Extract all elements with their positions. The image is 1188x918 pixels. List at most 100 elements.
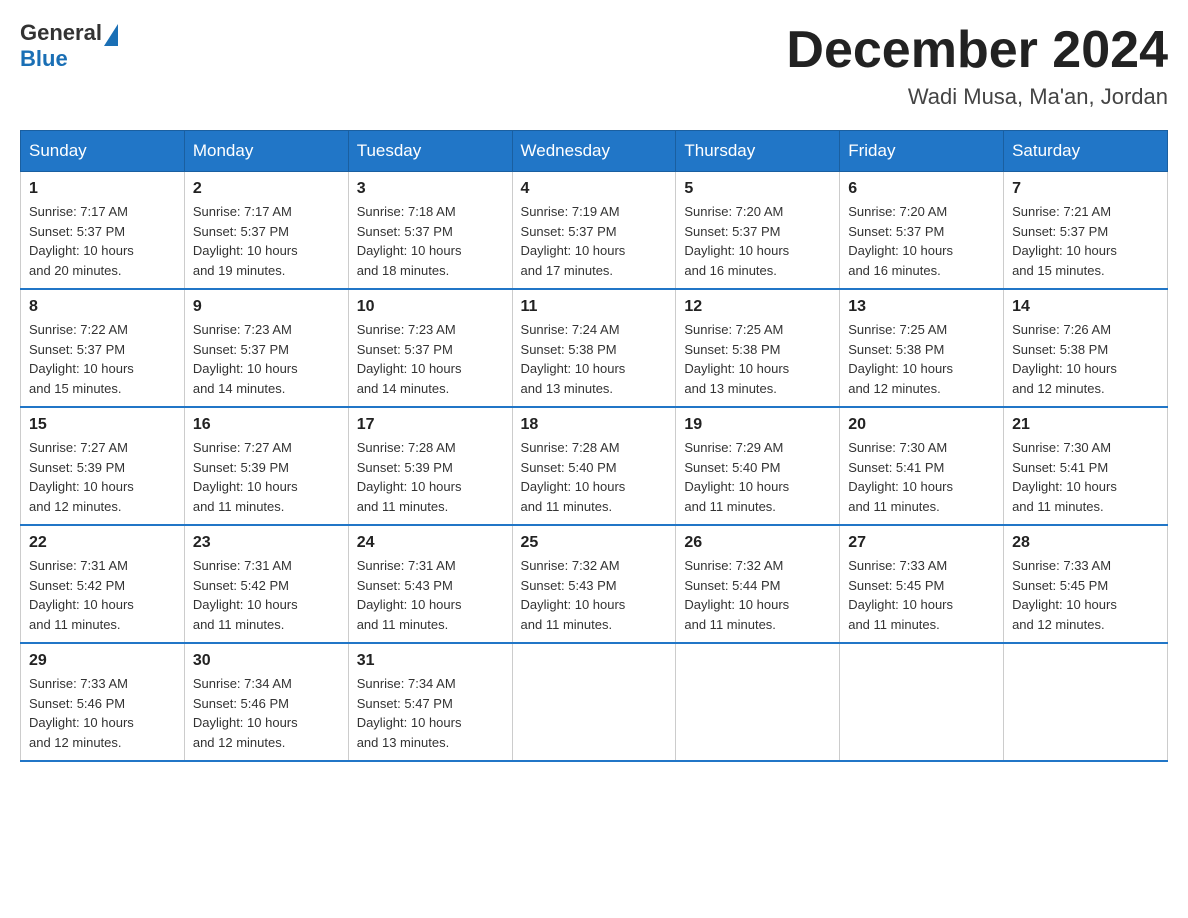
calendar-cell: 29 Sunrise: 7:33 AMSunset: 5:46 PMDayligh…: [21, 643, 185, 761]
calendar-cell: 1 Sunrise: 7:17 AMSunset: 5:37 PMDaylight…: [21, 172, 185, 290]
day-info: Sunrise: 7:33 AMSunset: 5:45 PMDaylight:…: [848, 556, 995, 634]
day-number: 13: [848, 298, 995, 316]
day-number: 22: [29, 534, 176, 552]
calendar-cell: 18 Sunrise: 7:28 AMSunset: 5:40 PMDayligh…: [512, 407, 676, 525]
calendar-cell: 10Sunrise: 7:23 AMSunset: 5:37 PMDayligh…: [348, 289, 512, 407]
calendar-cell: 7Sunrise: 7:21 AMSunset: 5:37 PMDaylight…: [1004, 172, 1168, 290]
calendar-cell: 23 Sunrise: 7:31 AMSunset: 5:42 PMDayligh…: [184, 525, 348, 643]
calendar-cell: 5 Sunrise: 7:20 AMSunset: 5:37 PMDaylight…: [676, 172, 840, 290]
day-info: Sunrise: 7:18 AMSunset: 5:37 PMDaylight:…: [357, 202, 504, 280]
calendar-cell: 26 Sunrise: 7:32 AMSunset: 5:44 PMDayligh…: [676, 525, 840, 643]
calendar-cell: 12Sunrise: 7:25 AMSunset: 5:38 PMDayligh…: [676, 289, 840, 407]
day-number: 17: [357, 416, 504, 434]
day-info: Sunrise: 7:17 AMSunset: 5:37 PMDaylight:…: [193, 202, 340, 280]
day-info: Sunrise: 7:19 AMSunset: 5:37 PMDaylight:…: [521, 202, 668, 280]
day-info: Sunrise: 7:24 AMSunset: 5:38 PMDaylight:…: [521, 320, 668, 398]
day-info: Sunrise: 7:34 AMSunset: 5:47 PMDaylight:…: [357, 674, 504, 752]
day-number: 19: [684, 416, 831, 434]
day-info: Sunrise: 7:20 AMSunset: 5:37 PMDaylight:…: [848, 202, 995, 280]
day-info: Sunrise: 7:25 AMSunset: 5:38 PMDaylight:…: [684, 320, 831, 398]
logo-triangle-icon: [104, 24, 118, 46]
day-info: Sunrise: 7:27 AMSunset: 5:39 PMDaylight:…: [193, 438, 340, 516]
calendar-cell: 21 Sunrise: 7:30 AMSunset: 5:41 PMDayligh…: [1004, 407, 1168, 525]
calendar-cell: 25 Sunrise: 7:32 AMSunset: 5:43 PMDayligh…: [512, 525, 676, 643]
day-info: Sunrise: 7:26 AMSunset: 5:38 PMDaylight:…: [1012, 320, 1159, 398]
day-number: 16: [193, 416, 340, 434]
day-number: 23: [193, 534, 340, 552]
week-row-5: 29 Sunrise: 7:33 AMSunset: 5:46 PMDayligh…: [21, 643, 1168, 761]
month-title: December 2024: [786, 20, 1168, 80]
calendar-cell: 31 Sunrise: 7:34 AMSunset: 5:47 PMDayligh…: [348, 643, 512, 761]
day-info: Sunrise: 7:30 AMSunset: 5:41 PMDaylight:…: [1012, 438, 1159, 516]
calendar-cell: 20 Sunrise: 7:30 AMSunset: 5:41 PMDayligh…: [840, 407, 1004, 525]
calendar-cell: 30 Sunrise: 7:34 AMSunset: 5:46 PMDayligh…: [184, 643, 348, 761]
calendar-body: 1 Sunrise: 7:17 AMSunset: 5:37 PMDaylight…: [21, 172, 1168, 762]
day-number: 30: [193, 652, 340, 670]
calendar-cell: 8Sunrise: 7:22 AMSunset: 5:37 PMDaylight…: [21, 289, 185, 407]
day-info: Sunrise: 7:34 AMSunset: 5:46 PMDaylight:…: [193, 674, 340, 752]
header-thursday: Thursday: [676, 131, 840, 172]
day-number: 28: [1012, 534, 1159, 552]
calendar-cell: 19 Sunrise: 7:29 AMSunset: 5:40 PMDayligh…: [676, 407, 840, 525]
day-info: Sunrise: 7:30 AMSunset: 5:41 PMDaylight:…: [848, 438, 995, 516]
day-info: Sunrise: 7:32 AMSunset: 5:44 PMDaylight:…: [684, 556, 831, 634]
calendar-cell: [840, 643, 1004, 761]
day-number: 29: [29, 652, 176, 670]
calendar-table: SundayMondayTuesdayWednesdayThursdayFrid…: [20, 130, 1168, 762]
week-row-3: 15 Sunrise: 7:27 AMSunset: 5:39 PMDayligh…: [21, 407, 1168, 525]
day-number: 3: [357, 180, 504, 198]
day-info: Sunrise: 7:25 AMSunset: 5:38 PMDaylight:…: [848, 320, 995, 398]
day-info: Sunrise: 7:28 AMSunset: 5:40 PMDaylight:…: [521, 438, 668, 516]
day-number: 6: [848, 180, 995, 198]
calendar-cell: 17 Sunrise: 7:28 AMSunset: 5:39 PMDayligh…: [348, 407, 512, 525]
calendar-cell: 15 Sunrise: 7:27 AMSunset: 5:39 PMDayligh…: [21, 407, 185, 525]
calendar-cell: 3 Sunrise: 7:18 AMSunset: 5:37 PMDaylight…: [348, 172, 512, 290]
day-number: 21: [1012, 416, 1159, 434]
calendar-cell: 27 Sunrise: 7:33 AMSunset: 5:45 PMDayligh…: [840, 525, 1004, 643]
header-sunday: Sunday: [21, 131, 185, 172]
logo-general-text: General: [20, 20, 102, 46]
day-number: 7: [1012, 180, 1159, 198]
header-tuesday: Tuesday: [348, 131, 512, 172]
day-number: 31: [357, 652, 504, 670]
day-number: 11: [521, 298, 668, 316]
day-info: Sunrise: 7:23 AMSunset: 5:37 PMDaylight:…: [193, 320, 340, 398]
calendar-cell: 13 Sunrise: 7:25 AMSunset: 5:38 PMDayligh…: [840, 289, 1004, 407]
calendar-cell: 28Sunrise: 7:33 AMSunset: 5:45 PMDayligh…: [1004, 525, 1168, 643]
day-number: 5: [684, 180, 831, 198]
day-info: Sunrise: 7:33 AMSunset: 5:46 PMDaylight:…: [29, 674, 176, 752]
calendar-cell: 6 Sunrise: 7:20 AMSunset: 5:37 PMDaylight…: [840, 172, 1004, 290]
day-info: Sunrise: 7:31 AMSunset: 5:43 PMDaylight:…: [357, 556, 504, 634]
day-info: Sunrise: 7:29 AMSunset: 5:40 PMDaylight:…: [684, 438, 831, 516]
day-number: 24: [357, 534, 504, 552]
day-number: 27: [848, 534, 995, 552]
day-info: Sunrise: 7:31 AMSunset: 5:42 PMDaylight:…: [193, 556, 340, 634]
calendar-cell: 22 Sunrise: 7:31 AMSunset: 5:42 PMDayligh…: [21, 525, 185, 643]
day-number: 1: [29, 180, 176, 198]
day-number: 18: [521, 416, 668, 434]
day-info: Sunrise: 7:31 AMSunset: 5:42 PMDaylight:…: [29, 556, 176, 634]
day-info: Sunrise: 7:27 AMSunset: 5:39 PMDaylight:…: [29, 438, 176, 516]
calendar-cell: [512, 643, 676, 761]
header-monday: Monday: [184, 131, 348, 172]
day-info: Sunrise: 7:17 AMSunset: 5:37 PMDaylight:…: [29, 202, 176, 280]
logo-blue-text: Blue: [20, 46, 68, 72]
day-number: 25: [521, 534, 668, 552]
day-number: 26: [684, 534, 831, 552]
day-info: Sunrise: 7:20 AMSunset: 5:37 PMDaylight:…: [684, 202, 831, 280]
day-number: 4: [521, 180, 668, 198]
day-number: 15: [29, 416, 176, 434]
week-row-2: 8Sunrise: 7:22 AMSunset: 5:37 PMDaylight…: [21, 289, 1168, 407]
calendar-cell: 16 Sunrise: 7:27 AMSunset: 5:39 PMDayligh…: [184, 407, 348, 525]
day-info: Sunrise: 7:23 AMSunset: 5:37 PMDaylight:…: [357, 320, 504, 398]
day-number: 20: [848, 416, 995, 434]
logo: General Blue: [20, 20, 118, 72]
day-info: Sunrise: 7:28 AMSunset: 5:39 PMDaylight:…: [357, 438, 504, 516]
header-wednesday: Wednesday: [512, 131, 676, 172]
day-info: Sunrise: 7:32 AMSunset: 5:43 PMDaylight:…: [521, 556, 668, 634]
calendar-cell: 2Sunrise: 7:17 AMSunset: 5:37 PMDaylight…: [184, 172, 348, 290]
calendar-cell: 4 Sunrise: 7:19 AMSunset: 5:37 PMDaylight…: [512, 172, 676, 290]
calendar-header: SundayMondayTuesdayWednesdayThursdayFrid…: [21, 131, 1168, 172]
week-row-1: 1 Sunrise: 7:17 AMSunset: 5:37 PMDaylight…: [21, 172, 1168, 290]
day-number: 9: [193, 298, 340, 316]
